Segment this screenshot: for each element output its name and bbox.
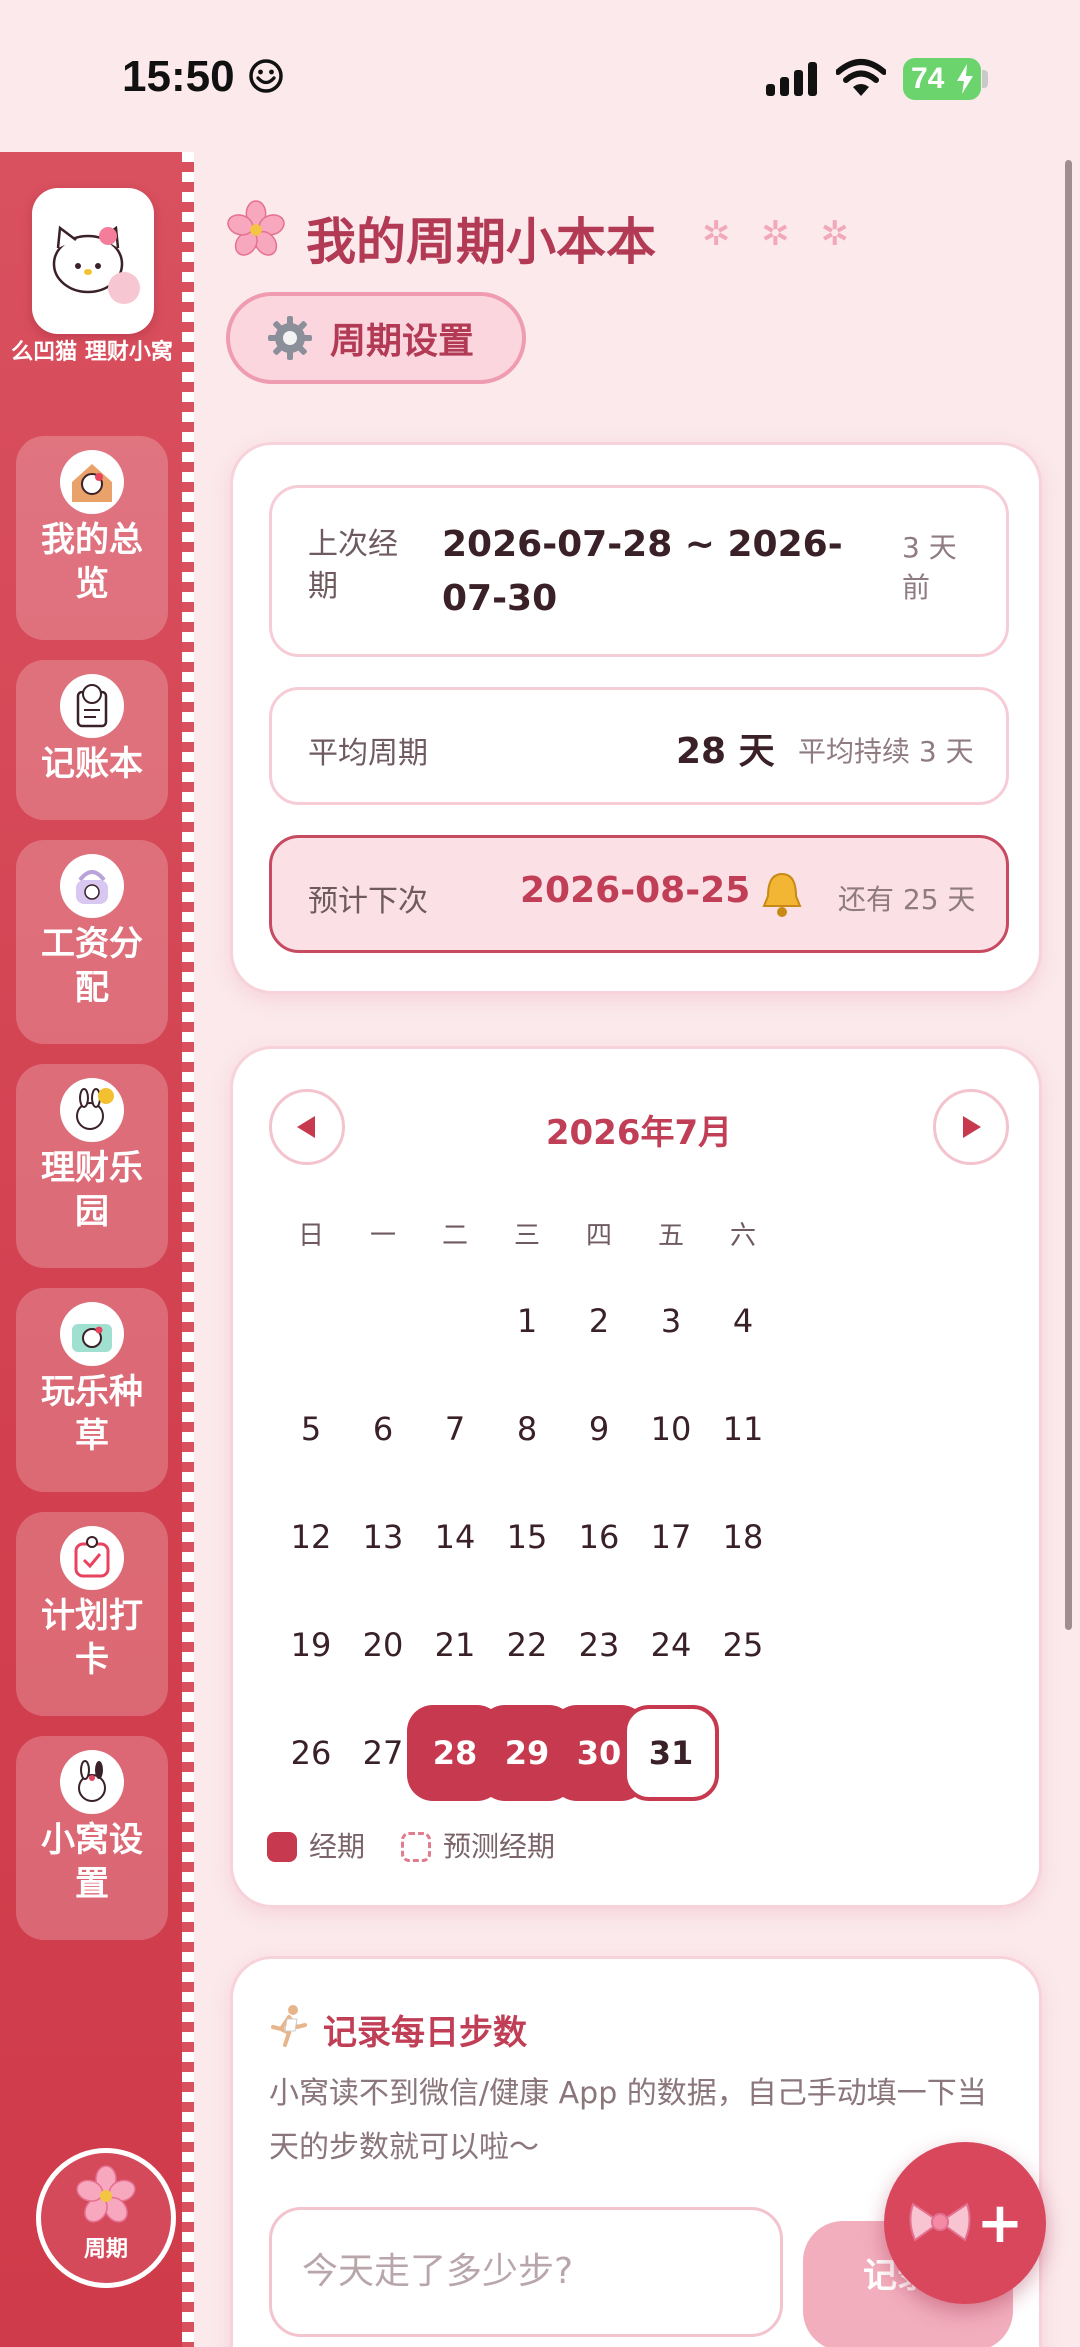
app-name: 么凹猫 理财小窝 <box>11 340 173 365</box>
kitty-bag-icon <box>60 854 124 918</box>
checkin-calendar-icon <box>60 1526 124 1590</box>
bow-icon <box>909 2202 971 2242</box>
running-person-icon <box>271 2005 307 2047</box>
bunny-coin-icon <box>60 1078 124 1142</box>
triangle-right-icon <box>963 1116 981 1138</box>
calendar-day[interactable]: 18 <box>695 1489 791 1585</box>
sidebar-item-label: 计划打卡 <box>41 1596 143 1680</box>
steps-description: 小窝读不到微信/健康 App 的数据，自己手动填一下当天的步数就可以啦～ <box>269 2076 987 2165</box>
last-period-value: 2026-07-28 ~ 2026-07-30 <box>442 524 843 619</box>
cycle-summary-card: 上次经期 2026-07-28 ~ 2026-07-30 3 天前 平均周期 2… <box>230 442 1042 994</box>
next-period-row: 预计下次 2026-08-25 还有 25 天 <box>269 835 1009 953</box>
plus-icon: + <box>976 2190 1024 2256</box>
average-cycle-label: 平均周期 <box>308 736 428 771</box>
cycle-settings-label: 周期设置 <box>330 321 475 362</box>
period-legend-label: 经期 <box>309 1830 366 1863</box>
calendar-month-title: 2026年7月 <box>545 1113 733 1153</box>
add-record-fab[interactable]: + <box>884 2142 1046 2304</box>
average-cycle-row: 平均周期 28 天 平均持续 3 天 <box>269 687 1009 805</box>
last-period-ago: 3 天前 <box>902 531 957 604</box>
predicted-legend-swatch <box>401 1832 432 1862</box>
average-duration: 平均持续 3 天 <box>798 735 974 768</box>
sidebar-item-ledger[interactable]: 记账本 <box>16 660 168 820</box>
battery-indicator: 74 <box>903 58 981 100</box>
calendar-day[interactable]: 11 <box>695 1381 791 1477</box>
bunny-settings-icon <box>60 1750 124 1814</box>
clock: 15:50 <box>122 52 235 101</box>
weekday-header: 六 <box>729 1221 756 1251</box>
sidebar-item-label: 周期 <box>83 2237 128 2262</box>
page-title: 我的周期小本本 <box>306 213 656 271</box>
sparkle-decoration: ✲ ✲ ✲ <box>702 214 860 254</box>
status-bar: 15:50 74 <box>0 0 1080 150</box>
sidebar-item-label: 理财乐园 <box>41 1148 143 1232</box>
sidebar-item-label: 玩乐种草 <box>41 1372 143 1456</box>
sidebar-item-label: 记账本 <box>41 744 143 784</box>
battery-level: 74 <box>911 62 945 95</box>
next-period-remaining: 还有 25 天 <box>838 883 976 916</box>
smiley-icon <box>249 59 283 93</box>
sidebar-item-plan[interactable]: 计划打卡 <box>16 1512 168 1716</box>
scrollbar[interactable] <box>1065 160 1072 1630</box>
sidebar-item-settings[interactable]: 小窝设置 <box>16 1736 168 1940</box>
average-cycle-value: 28 天 <box>676 731 775 772</box>
steps-input[interactable]: 今天走了多少步? <box>269 2207 783 2337</box>
sidebar-item-label: 我的总览 <box>41 520 143 604</box>
signal-icon <box>766 62 817 96</box>
sidebar-item-salary[interactable]: 工资分配 <box>16 840 168 1044</box>
calendar-day[interactable]: 4 <box>695 1273 791 1369</box>
wifi-icon <box>836 59 886 96</box>
hello-kitty-house-icon <box>60 450 124 514</box>
period-legend-swatch <box>267 1832 297 1862</box>
sidebar-item-overview[interactable]: 我的总览 <box>16 436 168 640</box>
next-period-label: 预计下次 <box>308 884 428 919</box>
last-period-row: 上次经期 2026-07-28 ~ 2026-07-30 3 天前 <box>269 485 1009 657</box>
kitty-note-icon <box>60 674 124 738</box>
hello-kitty-logo-icon <box>52 225 140 304</box>
cycle-settings-button[interactable]: 周期设置 <box>226 292 526 384</box>
cherry-blossom-icon <box>227 200 285 256</box>
charging-bolt-icon <box>957 64 973 94</box>
sidebar-item-cycle[interactable]: 周期 <box>36 2148 176 2288</box>
predicted-legend-label: 预测经期 <box>443 1830 556 1863</box>
calendar-legend: 经期 预测经期 <box>267 1825 555 1865</box>
calendar-card: 2026年7月 日一二三四五六 1 2 3 4 5 6 7 8 9 10 11 12 13 14 15 16 17… <box>230 1046 1042 1908</box>
bell-icon <box>762 872 802 917</box>
sidebar-item-finance[interactable]: 理财乐园 <box>16 1064 168 1268</box>
next-period-value: 2026-08-25 <box>520 870 751 911</box>
steps-title: 记录每日步数 <box>323 2013 527 2053</box>
sidebar-item-fun[interactable]: 玩乐种草 <box>16 1288 168 1492</box>
next-month-button[interactable] <box>933 1089 1009 1165</box>
app-logo[interactable] <box>32 188 154 334</box>
calendar-day[interactable]: 25 <box>695 1597 791 1693</box>
sidebar-stitch-border <box>182 152 194 2347</box>
sidebar-item-label: 小窝设置 <box>41 1820 143 1904</box>
gear-icon <box>268 316 312 360</box>
last-period-label: 上次经期 <box>308 527 398 604</box>
battery-tip <box>982 70 988 88</box>
sidebar-item-label: 工资分配 <box>41 924 143 1008</box>
calendar-day[interactable]: 31 <box>623 1705 719 1801</box>
cherry-blossom-icon <box>76 2165 136 2223</box>
kitty-camera-icon <box>60 1302 124 1366</box>
